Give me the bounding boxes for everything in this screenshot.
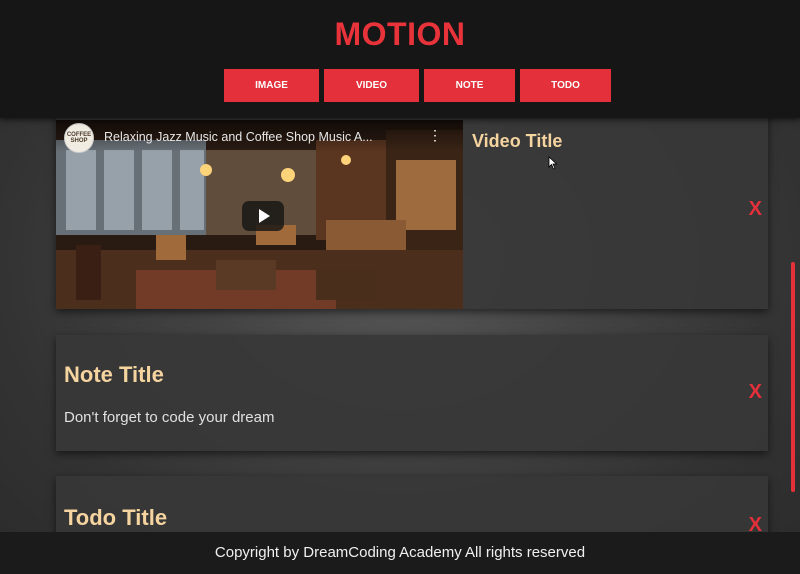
delete-video-button[interactable]: X <box>749 198 762 221</box>
copyright-text: Copyright by DreamCoding Academy All rig… <box>214 544 586 561</box>
todo-title: Todo Title <box>64 505 168 530</box>
video-player[interactable]: COFFEE SHOP Relaxing Jazz Music and Coff… <box>56 120 463 309</box>
mouse-cursor-icon <box>548 156 558 170</box>
play-icon[interactable] <box>242 201 284 231</box>
note-body: Don't forget to code your dream <box>64 409 275 426</box>
page-footer: Copyright by DreamCoding Academy All rig… <box>0 532 800 574</box>
note-title: Note Title <box>64 362 164 387</box>
delete-note-button[interactable]: X <box>749 381 762 404</box>
todo-button[interactable]: TODO <box>520 69 611 102</box>
app-header: MOTION IMAGE VIDEO NOTE TODO <box>0 0 800 118</box>
app-logo: MOTION <box>334 16 466 52</box>
video-title: Video Title <box>472 131 563 151</box>
note-button[interactable]: NOTE <box>424 69 515 102</box>
video-item: COFFEE SHOP Relaxing Jazz Music and Coff… <box>56 110 768 309</box>
more-options-icon[interactable]: ⋮ <box>428 128 442 142</box>
channel-logo[interactable]: COFFEE SHOP <box>64 123 94 153</box>
scrollbar-thumb[interactable] <box>791 262 795 492</box>
note-item: Note Title Don't forget to code your dre… <box>56 335 768 451</box>
video-caption[interactable]: Relaxing Jazz Music and Coffee Shop Musi… <box>104 130 404 144</box>
image-button[interactable]: IMAGE <box>224 69 319 102</box>
video-button[interactable]: VIDEO <box>324 69 419 102</box>
add-item-button-row: IMAGE VIDEO NOTE TODO <box>224 69 611 102</box>
